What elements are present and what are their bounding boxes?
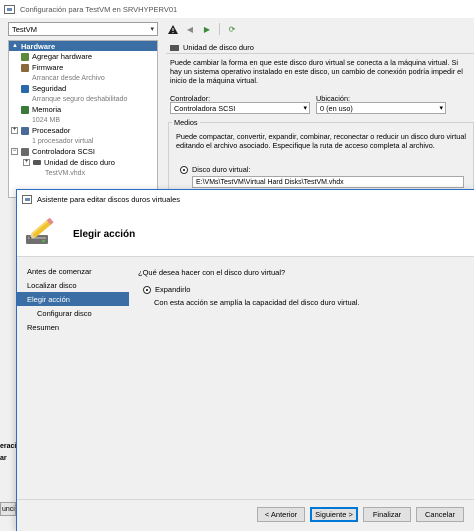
tree-item-processor[interactable]: + Procesador xyxy=(9,125,157,136)
processor-icon xyxy=(21,126,29,135)
warning-icon[interactable] xyxy=(166,22,180,36)
hard-disk-icon xyxy=(33,160,41,165)
wizard-app-icon xyxy=(22,195,32,204)
footer-divider xyxy=(17,499,474,500)
refresh-icon[interactable]: ⟳ xyxy=(225,22,239,36)
step-choose-action[interactable]: Elegir acción xyxy=(17,292,129,306)
wizard-heading: Elegir acción xyxy=(73,229,136,240)
tree-sub-memory: 1024 MB xyxy=(32,116,61,124)
tree-sub-hard-disk: TestVM.vhdx xyxy=(45,169,86,177)
step-before-you-begin[interactable]: Antes de comenzar xyxy=(17,264,129,278)
settings-navbar: ◀ ▶ ⟳ xyxy=(166,22,239,36)
section-header: Unidad de disco duro xyxy=(166,42,474,54)
expand-option-description: Con esta acción se amplía la capacidad d… xyxy=(154,298,360,307)
hard-disk-details-panel: Unidad de disco duro Puede cambiar la fo… xyxy=(166,40,474,202)
window-app-icon xyxy=(4,4,15,14)
radio-selected-icon[interactable] xyxy=(143,285,151,294)
tree-item-scsi-controller[interactable]: − Controladora SCSI xyxy=(9,146,157,157)
truncated-background-text: ar xyxy=(0,455,7,462)
wizard-steps-nav: Antes de comenzar Localizar disco Elegir… xyxy=(17,264,129,334)
chevron-down-icon: ▾ xyxy=(150,26,154,33)
next-button[interactable]: Siguiente > xyxy=(310,507,358,522)
tree-item-memory[interactable]: Memoria xyxy=(9,104,157,115)
tree-item-add-hardware[interactable]: Agregar hardware xyxy=(9,51,157,62)
vm-select-dropdown[interactable]: TestVM ▾ xyxy=(8,22,158,36)
section-title: Unidad de disco duro xyxy=(183,43,254,52)
chevron-down-icon: ▾ xyxy=(439,105,443,112)
tree-item-firmware[interactable]: Firmware xyxy=(9,62,157,73)
location-value: 0 (en uso) xyxy=(320,103,353,113)
vhd-radio-option[interactable]: Disco duro virtual: xyxy=(180,165,250,174)
location-combobox[interactable]: 0 (en uso) ▾ xyxy=(316,102,446,114)
vhd-path-input[interactable]: E:\VMs\TestVM\Virtual Hard Disks\TestVM.… xyxy=(192,176,464,188)
tree-item-security[interactable]: Seguridad xyxy=(9,83,157,94)
tree-sub-processor: 1 procesador virtual xyxy=(32,137,94,145)
truncated-background-text: eraci xyxy=(0,443,17,450)
pencil-disk-icon xyxy=(26,217,54,244)
chevron-down-icon: ▾ xyxy=(303,105,307,112)
hardware-tree: ▲ Hardware Agregar hardware Firmware Arr… xyxy=(8,40,158,198)
toolbar-separator xyxy=(219,23,220,35)
finish-button[interactable]: Finalizar xyxy=(363,507,411,522)
add-hardware-icon xyxy=(21,52,29,61)
tree-sub-security: Arranque seguro deshabilitado xyxy=(32,95,128,103)
vhd-radio-label: Disco duro virtual: xyxy=(192,165,251,174)
media-group-title: Medios xyxy=(172,118,200,127)
expand-option-label: Expandirlo xyxy=(155,285,191,294)
expand-option[interactable]: Expandirlo xyxy=(143,285,190,294)
media-description: Puede compactar, convertir, expandir, co… xyxy=(176,132,467,150)
step-configure-disk[interactable]: Configurar disco xyxy=(17,306,129,320)
forward-arrow-icon[interactable]: ▶ xyxy=(200,22,214,36)
tree-item-hard-disk[interactable]: + Unidad de disco duro xyxy=(9,157,157,168)
section-description: Puede cambiar la forma en que este disco… xyxy=(170,58,463,85)
memory-icon xyxy=(21,105,29,114)
back-arrow-icon[interactable]: ◀ xyxy=(183,22,197,36)
step-locate-disk[interactable]: Localizar disco xyxy=(17,278,129,292)
edit-disk-wizard-dialog: Asistente para editar discos duros virtu… xyxy=(16,189,474,531)
shield-icon xyxy=(21,84,29,93)
previous-button[interactable]: < Anterior xyxy=(257,507,305,522)
wizard-title: Asistente para editar discos duros virtu… xyxy=(37,195,180,204)
tree-sub-firmware: Arrancar desde Archivo xyxy=(32,74,105,82)
firmware-icon xyxy=(21,63,29,72)
cancel-button[interactable]: Cancelar xyxy=(416,507,464,522)
action-question: ¿Qué desea hacer con el disco duro virtu… xyxy=(138,268,286,277)
expand-plus-icon[interactable]: + xyxy=(23,159,30,166)
radio-selected-icon[interactable] xyxy=(180,165,188,174)
collapse-triangle-icon: ▲ xyxy=(12,43,18,49)
scsi-controller-icon xyxy=(21,147,29,156)
truncated-background-button[interactable]: uncio xyxy=(0,502,16,516)
hard-disk-icon xyxy=(170,44,179,51)
controller-value: Controladora SCSI xyxy=(174,103,236,113)
expand-plus-icon[interactable]: + xyxy=(11,127,18,134)
settings-window-titlebar: Configuración para TestVM en SRVHYPERV01 xyxy=(0,0,474,18)
wizard-header: Elegir acción xyxy=(17,209,474,257)
collapse-minus-icon[interactable]: − xyxy=(11,148,18,155)
vm-select-value: TestVM xyxy=(12,24,38,34)
tree-header-hardware[interactable]: ▲ Hardware xyxy=(9,41,157,51)
controller-combobox[interactable]: Controladora SCSI ▾ xyxy=(170,102,310,114)
settings-window-title: Configuración para TestVM en SRVHYPERV01 xyxy=(20,4,178,14)
step-summary[interactable]: Resumen xyxy=(17,320,129,334)
wizard-titlebar: Asistente para editar discos duros virtu… xyxy=(17,190,474,209)
